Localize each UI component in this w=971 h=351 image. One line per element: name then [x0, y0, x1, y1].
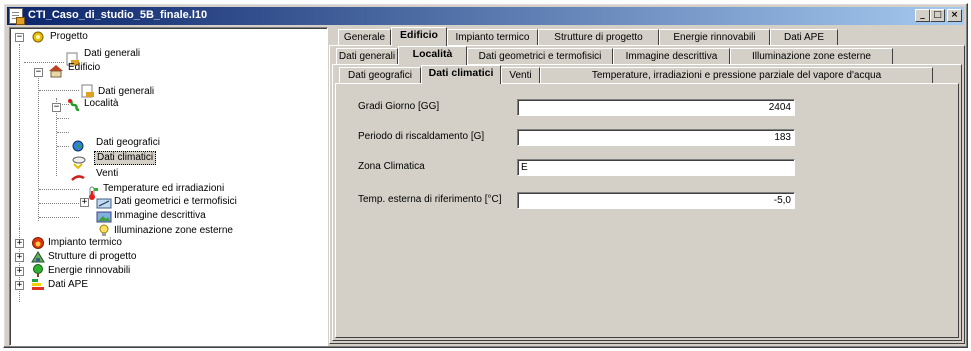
tabs-level3: Dati geografici Dati climatici Venti Tem…	[333, 65, 961, 84]
edificio-panel: Dati generali Località Dati geometrici e…	[329, 45, 965, 344]
temp-esterna-label: Temp. esterna di riferimento [°C]	[358, 194, 502, 205]
tree-node-localita[interactable]: − Località	[10, 98, 310, 114]
tree-connector	[57, 118, 69, 119]
energy-class-icon	[32, 279, 44, 290]
tree-node-strutture[interactable]: + Strutture di progetto	[10, 250, 310, 264]
collapse-icon[interactable]: −	[15, 33, 24, 42]
minimize-button[interactable]: _	[915, 9, 930, 22]
window-title: CTI_Caso_di_studio_5B_finale.l10	[28, 9, 208, 21]
tab-edificio[interactable]: Edificio	[391, 27, 447, 46]
tab-energie-rinnovabili[interactable]: Energie rinnovabili	[659, 29, 770, 45]
expand-icon[interactable]: +	[15, 253, 24, 262]
project-tree[interactable]: − Progetto Dati generali − Edificio Dati…	[9, 27, 328, 346]
tree-connector	[57, 132, 69, 133]
zona-climatica-label: Zona Climatica	[358, 161, 425, 172]
tree-node-energie[interactable]: + Energie rinnovabili	[10, 264, 310, 278]
tab-dati-climatici[interactable]: Dati climatici	[421, 65, 501, 84]
tab-dati-geometrici[interactable]: Dati geometrici e termofisici	[467, 48, 613, 64]
zona-climatica-field[interactable]: E	[517, 159, 795, 176]
tree-node-immagine[interactable]: Immagine descrittiva	[10, 209, 310, 223]
tab-illuminazione[interactable]: Illuminazione zone esterne	[730, 48, 893, 64]
expand-icon[interactable]: +	[15, 281, 24, 290]
dati-climatici-form: Gradi Giorno [GG] 2404 Periodo di riscal…	[335, 83, 959, 338]
gradi-giorno-label: Gradi Giorno [GG]	[358, 101, 440, 112]
document-icon	[9, 8, 25, 25]
tree-node-dati-geometrici[interactable]: + Dati geometrici e termofisici	[10, 182, 310, 209]
collapse-icon[interactable]: −	[34, 68, 43, 77]
tree-node-dati-generali-progetto[interactable]: Dati generali	[10, 48, 310, 66]
lightbulb-icon	[99, 224, 109, 236]
expand-icon[interactable]: +	[80, 198, 89, 207]
tree-node-impianto[interactable]: + Impianto termico	[10, 236, 310, 250]
collapse-icon[interactable]: −	[52, 103, 61, 112]
tab-dati-geografici[interactable]: Dati geografici	[339, 67, 421, 83]
image-icon	[96, 211, 112, 223]
detail-area: Generale Edificio Impianto termico Strut…	[329, 27, 965, 344]
tabs-level2: Dati generali Località Dati geometrici e…	[330, 46, 964, 65]
tree-node-edificio[interactable]: − Edificio	[10, 62, 310, 78]
weather-icon	[72, 156, 86, 169]
gradi-giorno-field[interactable]: 2404	[517, 99, 795, 116]
globe-icon	[72, 140, 84, 152]
localita-panel: Dati geografici Dati climatici Venti Tem…	[332, 64, 962, 341]
document-icon	[81, 84, 94, 98]
location-icon	[68, 98, 80, 112]
tree-leaf-icon	[33, 264, 43, 277]
tab-dati-ape[interactable]: Dati APE	[770, 29, 838, 45]
flame-icon	[32, 237, 44, 249]
tabs-level1: Generale Edificio Impianto termico Strut…	[329, 27, 965, 46]
tree-node-dati-geografici[interactable]: Dati geografici	[10, 137, 310, 155]
close-button[interactable]: ×	[947, 9, 962, 22]
gear-icon	[32, 31, 44, 43]
tree-connector	[39, 203, 79, 204]
tab-immagine-descrittiva[interactable]: Immagine descrittiva	[613, 48, 730, 64]
tree-node-dati-generali-edificio[interactable]: Dati generali	[10, 84, 310, 98]
tree-node-dati-ape[interactable]: + Dati APE	[10, 278, 310, 292]
tab-dati-generali[interactable]: Dati generali	[336, 48, 398, 64]
blueprint-icon	[96, 198, 112, 209]
tree-node-dati-climatici[interactable]: Dati climatici	[10, 151, 310, 171]
tree-node-progetto[interactable]: − Progetto	[10, 30, 310, 44]
expand-icon[interactable]: +	[15, 239, 24, 248]
app-window: CTI_Caso_di_studio_5B_finale.l10 _ □ × −…	[3, 3, 968, 348]
periodo-riscaldamento-label: Periodo di riscaldamento [G]	[358, 131, 485, 142]
tree-node-illuminazione[interactable]: Illuminazione zone esterne	[10, 223, 310, 237]
periodo-riscaldamento-field[interactable]: 183	[517, 129, 795, 146]
tab-localita[interactable]: Località	[398, 46, 467, 65]
title-bar[interactable]: CTI_Caso_di_studio_5B_finale.l10 _ □ ×	[7, 7, 964, 25]
structure-icon	[31, 251, 45, 263]
tab-impianto-termico[interactable]: Impianto termico	[447, 29, 538, 45]
temp-esterna-field[interactable]: -5,0	[517, 192, 795, 209]
tab-strutture-di-progetto[interactable]: Strutture di progetto	[538, 29, 659, 45]
tab-temperature-irradiazioni[interactable]: Temperature, irradiazioni e pressione pa…	[540, 67, 933, 83]
maximize-button[interactable]: □	[930, 9, 945, 22]
tab-generale[interactable]: Generale	[338, 29, 391, 45]
expand-icon[interactable]: +	[15, 267, 24, 276]
house-icon	[49, 65, 63, 78]
tab-venti[interactable]: Venti	[501, 67, 540, 83]
